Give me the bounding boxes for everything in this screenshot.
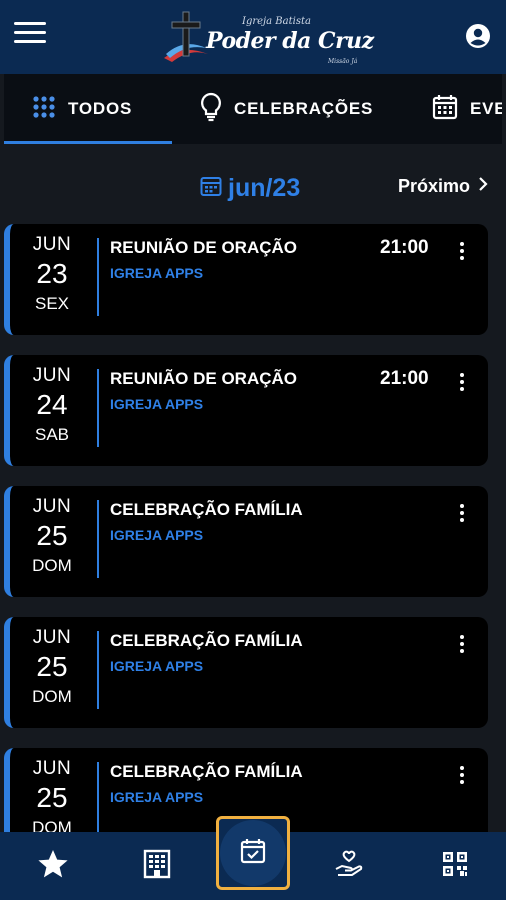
event-time: 21:00: [380, 368, 429, 389]
tab-label: EVE: [470, 99, 502, 118]
active-indicator: [220, 820, 286, 886]
event-day: 23: [36, 258, 68, 289]
more-options-icon[interactable]: [456, 242, 468, 264]
card-divider: [97, 631, 99, 709]
star-icon: [37, 849, 69, 884]
account-icon[interactable]: [465, 23, 491, 49]
event-weekday: DOM: [32, 556, 72, 575]
event-organizer: IGREJA APPS: [110, 396, 204, 412]
event-day: 25: [36, 651, 68, 682]
more-options-icon[interactable]: [456, 373, 468, 395]
event-date: JUN 25 DOM: [14, 758, 90, 832]
logo-tagline: Igreja Batista: [242, 16, 311, 27]
event-card[interactable]: JUN 25 DOM CELEBRAÇÃO FAMÍLIA IGREJA APP…: [4, 486, 488, 597]
card-divider: [97, 369, 99, 447]
event-title: CELEBRAÇÃO FAMÍLIA: [110, 762, 303, 781]
event-date: JUN 23 SEX: [14, 234, 90, 314]
month-label: jun/23: [228, 174, 301, 202]
more-options-icon[interactable]: [456, 766, 468, 788]
building-icon: [143, 849, 171, 884]
current-month[interactable]: jun/23: [200, 174, 300, 203]
hand-heart-icon: [334, 849, 364, 884]
next-month-button[interactable]: Próximo: [398, 176, 488, 197]
cross-logo-icon: [162, 8, 210, 66]
bottom-navigation: [0, 816, 506, 900]
event-organizer: IGREJA APPS: [110, 658, 204, 674]
event-title: CELEBRAÇÃO FAMÍLIA: [110, 500, 303, 519]
event-weekday: SAB: [34, 425, 70, 444]
tab-celebracoes[interactable]: CELEBRAÇÕES: [200, 74, 410, 144]
top-app-bar: Igreja Batista Poder da Cruz Missão Já: [0, 0, 506, 74]
event-day: 25: [36, 520, 68, 551]
event-list: JUN 23 SEX REUNIÃO DE ORAÇÃO IGREJA APPS…: [0, 224, 506, 832]
tab-label: TODOS: [68, 99, 133, 118]
event-weekday: SEX: [34, 294, 70, 313]
event-day: 24: [36, 389, 68, 420]
event-date: JUN 24 SAB: [14, 365, 90, 445]
qr-code-icon: [442, 851, 468, 882]
card-divider: [97, 238, 99, 316]
nav-qrcode[interactable]: [420, 832, 490, 900]
event-month: JUN: [32, 365, 72, 386]
tab-label: CELEBRAÇÕES: [234, 99, 374, 118]
event-month: JUN: [32, 234, 72, 255]
category-tabs: TODOS CELEBRAÇÕES EVE: [4, 74, 502, 144]
lightbulb-icon: [200, 92, 222, 127]
calendar-check-icon: [240, 838, 266, 869]
event-weekday: DOM: [32, 818, 72, 832]
event-organizer: IGREJA APPS: [110, 527, 204, 543]
calendar-icon: [200, 175, 222, 202]
grid-icon: [32, 95, 56, 124]
event-month: JUN: [32, 758, 72, 779]
tab-todos[interactable]: TODOS: [4, 74, 172, 144]
event-time: 21:00: [380, 237, 429, 258]
event-organizer: IGREJA APPS: [110, 789, 204, 805]
event-organizer: IGREJA APPS: [110, 265, 204, 281]
calendar-icon: [432, 94, 458, 125]
logo-title: Poder da Cruz: [206, 28, 374, 54]
card-divider: [97, 500, 99, 578]
event-title: REUNIÃO DE ORAÇÃO: [110, 369, 298, 388]
event-date: JUN 25 DOM: [14, 496, 90, 576]
event-day: 25: [36, 782, 68, 813]
more-options-icon[interactable]: [456, 635, 468, 657]
card-divider: [97, 762, 99, 832]
event-title: CELEBRAÇÃO FAMÍLIA: [110, 631, 303, 650]
event-title: REUNIÃO DE ORAÇÃO: [110, 238, 298, 257]
event-card[interactable]: JUN 25 DOM CELEBRAÇÃO FAMÍLIA IGREJA APP…: [4, 617, 488, 728]
church-logo: Igreja Batista Poder da Cruz Missão Já: [158, 6, 374, 68]
menu-icon[interactable]: [14, 22, 46, 50]
nav-donations[interactable]: [314, 832, 384, 900]
event-date: JUN 25 DOM: [14, 627, 90, 707]
event-card[interactable]: JUN 24 SAB REUNIÃO DE ORAÇÃO IGREJA APPS…: [4, 355, 488, 466]
chevron-right-icon: [478, 176, 488, 197]
month-selector: jun/23 Próximo: [0, 168, 506, 208]
event-weekday: DOM: [32, 687, 72, 706]
logo-subtext: Missão Já: [328, 58, 358, 65]
nav-favorites[interactable]: [18, 832, 88, 900]
event-card[interactable]: JUN 23 SEX REUNIÃO DE ORAÇÃO IGREJA APPS…: [4, 224, 488, 335]
next-label: Próximo: [398, 176, 471, 196]
nav-agenda[interactable]: [216, 816, 290, 890]
nav-church[interactable]: [122, 832, 192, 900]
event-month: JUN: [32, 496, 72, 517]
event-month: JUN: [32, 627, 72, 648]
tab-eventos[interactable]: EVE: [432, 74, 502, 144]
more-options-icon[interactable]: [456, 504, 468, 526]
